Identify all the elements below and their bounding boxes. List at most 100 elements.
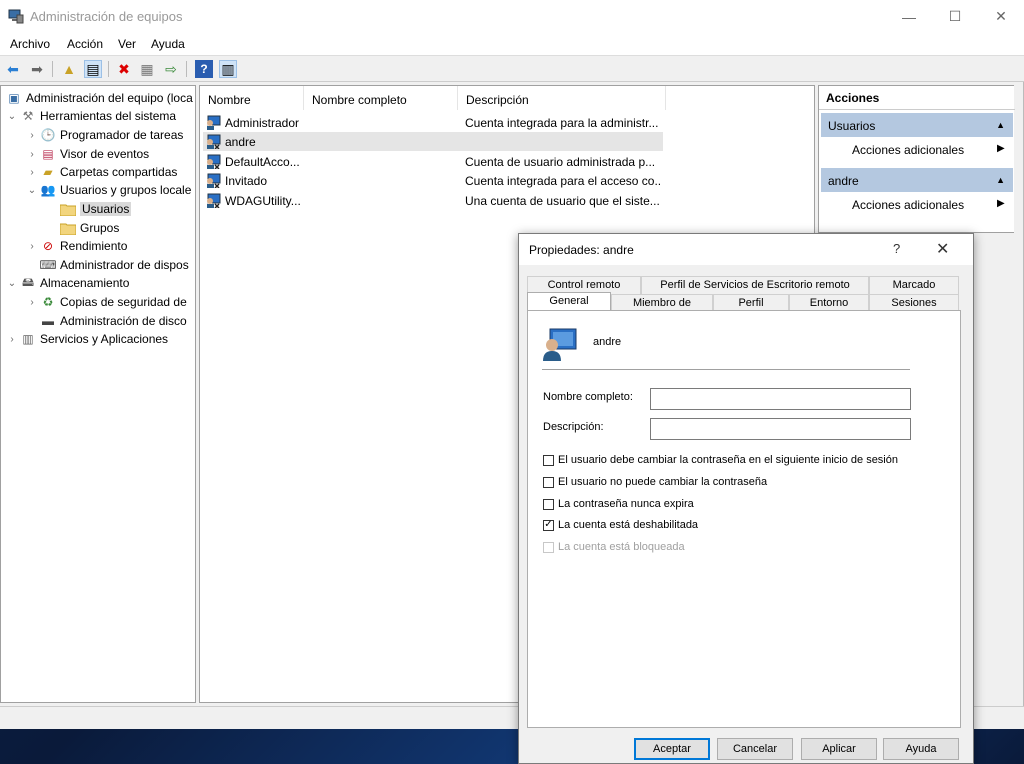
column-header-nombre-completo[interactable]: Nombre completo: [304, 86, 458, 110]
checkbox-must-change-password[interactable]: El usuario debe cambiar la contraseña en…: [543, 452, 898, 468]
tree-item-grupos[interactable]: Grupos: [58, 219, 119, 237]
checkbox-cannot-change-password[interactable]: El usuario no puede cambiar la contraseñ…: [543, 474, 767, 490]
tree-item-servicios[interactable]: › ▥ Servicios y Aplicaciones: [6, 330, 168, 348]
chevron-right-icon[interactable]: ›: [26, 130, 38, 141]
back-arrow-icon[interactable]: ⬅: [4, 60, 22, 78]
table-row[interactable]: WDAGUtility... Una cuenta de usuario que…: [203, 191, 663, 210]
chevron-right-icon[interactable]: ›: [26, 297, 38, 308]
menu-ver[interactable]: Ver: [118, 37, 136, 51]
dialog-title-bar[interactable]: Propiedades: andre ? ✕: [519, 234, 973, 265]
properties-icon[interactable]: ▦: [138, 60, 156, 78]
tree-item-programador[interactable]: › 🕒 Programador de tareas: [26, 126, 183, 144]
column-header-descripcion[interactable]: Descripción: [458, 86, 666, 110]
checkbox-account-disabled[interactable]: ✓ La cuenta está deshabilitada: [543, 517, 698, 533]
tree-item-carpetas[interactable]: › ▰ Carpetas compartidas: [26, 163, 177, 181]
ok-button[interactable]: Aceptar: [634, 738, 710, 760]
tree-item-admin-dispositivos[interactable]: ⌨ Administrador de dispos: [38, 256, 188, 274]
dialog-title: Propiedades: andre: [529, 243, 634, 257]
table-row[interactable]: Invitado Cuenta integrada para el acceso…: [203, 171, 663, 190]
clock-icon: 🕒: [40, 128, 56, 142]
chevron-right-icon[interactable]: ›: [26, 167, 38, 178]
help-icon[interactable]: ?: [893, 241, 900, 256]
column-header-nombre[interactable]: Nombre: [200, 86, 304, 110]
collapse-triangle-icon[interactable]: ▲: [996, 120, 1005, 130]
checkbox-box[interactable]: [543, 454, 554, 466]
user-disabled-icon: [207, 173, 221, 188]
tree-item-almacenamiento[interactable]: ⌄ 🖴 Almacenamiento: [6, 274, 130, 292]
action-acciones-adicionales-andre[interactable]: Acciones adicionales ▶: [852, 198, 1005, 212]
tab-perfil-escritorio-remoto[interactable]: Perfil de Servicios de Escritorio remoto: [641, 276, 869, 294]
up-folder-icon[interactable]: ▲: [60, 60, 78, 78]
close-button[interactable]: ✕: [978, 0, 1024, 33]
tree-item-herramientas[interactable]: ⌄ ⚒ Herramientas del sistema: [6, 107, 176, 125]
window-title: Administración de equipos: [30, 9, 183, 24]
help-icon[interactable]: ?: [195, 60, 213, 78]
checkbox-box[interactable]: [543, 498, 554, 510]
tree-item-root[interactable]: ▣ Administración del equipo (loca: [4, 89, 192, 107]
tree-item-copias[interactable]: › ♻ Copias de seguridad de: [26, 293, 186, 311]
export-list-icon[interactable]: ⇨: [162, 60, 180, 78]
chevron-right-icon[interactable]: ›: [26, 241, 38, 252]
delete-icon[interactable]: ✖: [115, 60, 133, 78]
description-label: Descripción:: [543, 421, 604, 433]
fullname-field[interactable]: [650, 388, 911, 410]
toolbar: ⬅ ➡ ▲ ▤ ✖ ▦ ⇨ ? ▥: [0, 55, 1024, 82]
action-section-usuarios[interactable]: Usuarios ▲: [821, 113, 1013, 137]
tab-marcado[interactable]: Marcado: [869, 276, 959, 294]
submenu-arrow-icon: ▶: [997, 143, 1005, 154]
console-tree: ▣ Administración del equipo (loca ⌄ ⚒ He…: [0, 85, 196, 703]
chevron-down-icon[interactable]: ⌄: [26, 185, 38, 196]
menu-ayuda[interactable]: Ayuda: [151, 37, 185, 51]
backup-icon: ♻: [42, 295, 54, 309]
menu-bar: Archivo Acción Ver Ayuda: [0, 33, 1024, 55]
tools-icon: ⚒: [22, 109, 34, 123]
user-icon: [207, 115, 221, 130]
checkmark-icon[interactable]: ✓: [543, 519, 554, 531]
checkbox-box: [543, 541, 554, 553]
table-row[interactable]: Administrador Cuenta integrada para la a…: [203, 113, 663, 132]
menu-archivo[interactable]: Archivo: [10, 37, 50, 51]
user-disabled-icon: [207, 134, 221, 149]
menu-accion[interactable]: Acción: [67, 37, 103, 51]
shared-folder-icon: ▰: [43, 165, 53, 179]
event-viewer-icon: ▤: [42, 147, 54, 161]
table-row[interactable]: DefaultAcco... Cuenta de usuario adminis…: [203, 152, 663, 171]
tab-general[interactable]: General: [527, 292, 611, 312]
tree-item-admin-disco[interactable]: ▬ Administración de disco: [38, 312, 187, 330]
computer-management-icon: ▣: [8, 91, 20, 105]
action-section-andre[interactable]: andre ▲: [821, 168, 1013, 192]
tree-item-usuarios[interactable]: Usuarios: [58, 200, 132, 218]
maximize-button[interactable]: ☐: [932, 0, 978, 33]
user-icon: [543, 328, 577, 361]
table-row[interactable]: andre: [203, 132, 663, 151]
close-icon[interactable]: ✕: [936, 239, 949, 259]
chevron-right-icon[interactable]: ›: [26, 149, 38, 160]
show-hide-tree-icon[interactable]: ▤: [84, 60, 102, 78]
cancel-button[interactable]: Cancelar: [717, 738, 793, 760]
tree-item-usuarios-grupos[interactable]: ⌄ 👥 Usuarios y grupos locale: [26, 181, 192, 199]
account-name: andre: [593, 336, 622, 348]
checkbox-password-never-expires[interactable]: La contraseña nunca expira: [543, 496, 694, 512]
title-bar[interactable]: Administración de equipos — ☐ ✕: [0, 0, 1024, 33]
action-acciones-adicionales-usuarios[interactable]: Acciones adicionales ▶: [852, 143, 1005, 157]
folder-icon: [60, 220, 76, 236]
checkbox-box[interactable]: [543, 476, 554, 488]
separator: [542, 369, 910, 370]
computer-management-icon: [8, 9, 24, 24]
chevron-down-icon[interactable]: ⌄: [6, 278, 18, 289]
forward-arrow-icon[interactable]: ➡: [28, 60, 46, 78]
collapse-triangle-icon[interactable]: ▲: [996, 175, 1005, 185]
action-pane-icon[interactable]: ▥: [219, 60, 237, 78]
chevron-down-icon[interactable]: ⌄: [6, 111, 18, 122]
apply-button[interactable]: Aplicar: [801, 738, 877, 760]
device-manager-icon: ⌨: [39, 258, 57, 272]
description-field[interactable]: [650, 418, 911, 440]
folder-icon: [60, 201, 76, 217]
tab-page-general: andre Nombre completo: Descripción: El u…: [527, 310, 961, 728]
help-button[interactable]: Ayuda: [883, 738, 959, 760]
chevron-right-icon[interactable]: ›: [6, 334, 18, 345]
minimize-button[interactable]: —: [886, 0, 932, 33]
tree-item-rendimiento[interactable]: › ⊘ Rendimiento: [26, 237, 127, 255]
actions-header: Acciones: [819, 86, 1015, 110]
tree-item-visor-eventos[interactable]: › ▤ Visor de eventos: [26, 145, 149, 163]
